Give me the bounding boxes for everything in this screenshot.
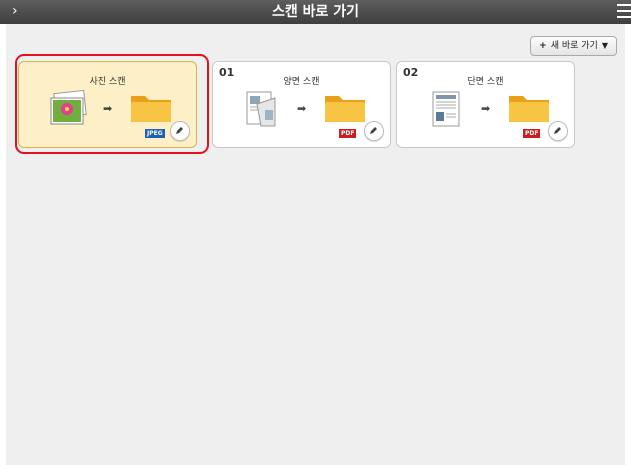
caret-down-icon: ▼ [601, 41, 608, 50]
arrow-right-icon: ➡ [481, 102, 491, 115]
title-bar: › 스캔 바로 가기 [0, 0, 631, 24]
selection-highlight [15, 54, 209, 154]
folder-icon [509, 96, 549, 122]
shortcut-panel: + 새 바로 가기 ▼ 사진 스캔 ➡ JPEG 01 양면 스캔 ➡ PDF … [6, 24, 625, 465]
shortcut-card-single-scan[interactable]: 02 단면 스캔 ➡ PDF [396, 61, 575, 148]
new-shortcut-label: 새 바로 가기 [550, 41, 598, 51]
shortcut-label: 단면 스캔 [467, 77, 504, 87]
duplex-document-icon [246, 91, 276, 127]
page-title: 스캔 바로 가기 [271, 4, 360, 20]
shortcut-card-duplex-scan[interactable]: 01 양면 스캔 ➡ PDF [212, 61, 391, 148]
arrow-right-icon: ➡ [297, 102, 307, 115]
edit-button[interactable] [364, 121, 384, 141]
single-document-icon [432, 91, 460, 127]
plus-icon: + [539, 41, 547, 51]
pencil-icon [370, 127, 377, 134]
new-shortcut-button[interactable]: + 새 바로 가기 ▼ [530, 36, 617, 56]
hamburger-menu-icon[interactable] [617, 4, 631, 20]
format-badge: PDF [339, 129, 357, 138]
shortcut-label: 양면 스캔 [283, 77, 320, 87]
format-badge: PDF [523, 129, 541, 138]
edit-button[interactable] [548, 121, 568, 141]
folder-icon [325, 96, 365, 122]
pencil-icon [554, 127, 561, 134]
